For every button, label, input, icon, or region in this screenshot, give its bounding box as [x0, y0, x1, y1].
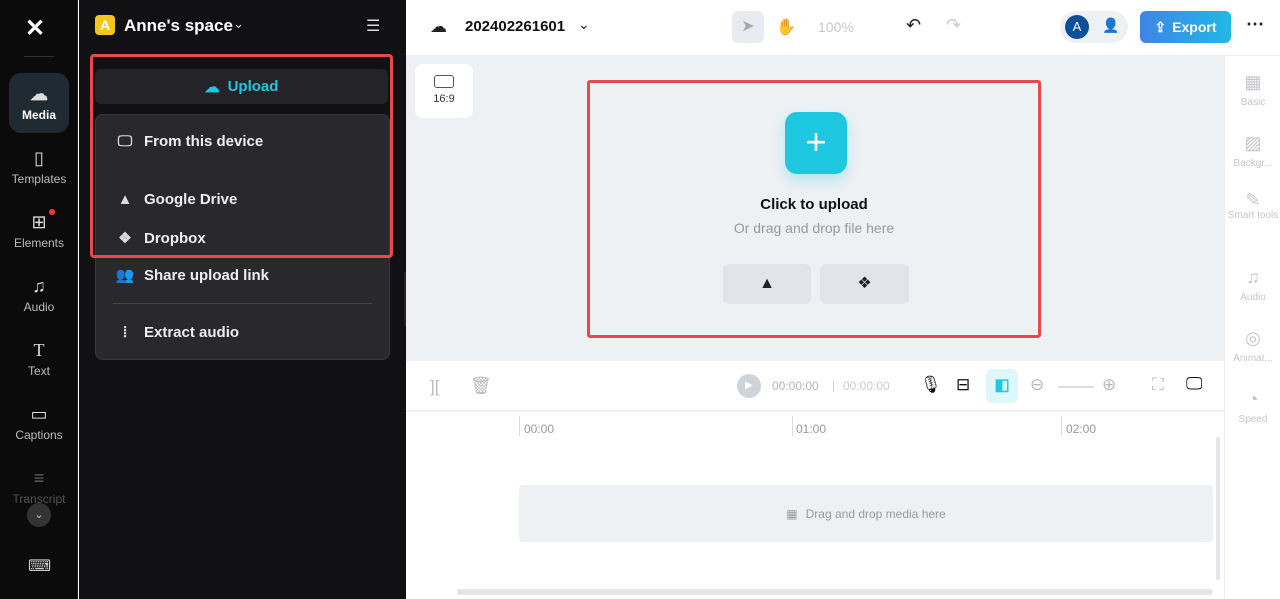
right-background[interactable]: ▨ Backgr... — [1225, 133, 1280, 169]
audio-wave-icon: ⦙ — [123, 324, 127, 341]
upload-title: Click to upload — [760, 196, 868, 213]
ratio-icon — [434, 75, 454, 88]
expand-more-button[interactable]: ⌄ — [27, 503, 51, 527]
right-audio[interactable]: ♫ Audio — [1225, 267, 1280, 303]
rail-text[interactable]: T Text — [9, 329, 69, 389]
fullscreen-icon[interactable]: ⛶ — [1152, 375, 1164, 395]
left-rail: ✕ ☁ Media ▯ Templates ⊞ Elements ♫ Audio T Te… — [0, 0, 78, 599]
play-button[interactable]: ▶ — [737, 374, 761, 398]
upload-subtitle: Or drag and drop file here — [733, 220, 895, 236]
dropbox-button[interactable]: ❖ — [820, 264, 909, 304]
google-drive-icon: ▲ — [759, 275, 775, 292]
right-smart-tools[interactable]: ✎ Smart tools — [1225, 190, 1280, 222]
right-speed[interactable]: ◔ Speed — [1225, 389, 1280, 425]
right-panel: ▦ Basic ▨ Backgr... ✎ Smart tools ♫ Audio ◎ A… — [1224, 56, 1280, 599]
split-icon[interactable]: ][ — [430, 377, 439, 397]
magic-wand-icon: ✎ — [1245, 190, 1261, 210]
horizontal-scrollbar[interactable] — [457, 589, 1213, 595]
background-icon: ▨ — [1244, 133, 1262, 153]
capcut-logo-icon: ✕ — [25, 15, 46, 42]
users-icon: 👥 — [115, 267, 135, 284]
redo-icon[interactable]: ↷ — [946, 15, 961, 36]
user-avatar[interactable]: A — [1065, 15, 1089, 39]
hand-tool-icon[interactable]: ✋ — [776, 17, 796, 37]
sort-icon[interactable]: ☰ — [366, 16, 380, 36]
microphone-icon[interactable]: 🎙 — [920, 375, 942, 395]
auto-snap-icon[interactable]: ⊟ — [956, 375, 970, 395]
vertical-scrollbar[interactable] — [1216, 437, 1220, 580]
rail-captions[interactable]: ▭ Captions — [9, 393, 69, 453]
keyboard-icon[interactable]: ⌨ — [28, 556, 51, 576]
speed-icon: ◔ — [1247, 389, 1259, 409]
chevron-down-icon[interactable]: ⌄ — [578, 16, 590, 33]
rail-templates[interactable]: ▯ Templates — [9, 137, 69, 197]
share-icon: ⇪ — [1154, 18, 1167, 35]
rail-audio[interactable]: ♫ Audio — [9, 265, 69, 325]
animation-icon: ◎ — [1245, 328, 1261, 348]
add-button[interactable]: + — [785, 112, 847, 174]
add-user-icon[interactable]: 👤 — [1102, 17, 1119, 34]
music-icon: ♫ — [32, 276, 46, 296]
zoom-in-icon[interactable]: ⊕ — [1102, 375, 1116, 395]
right-basic[interactable]: ▦ Basic — [1225, 72, 1280, 108]
media-panel: A Anne's space ⌄ ☰ ☁ Upload 🖵 From this de… — [79, 0, 406, 599]
aspect-ratio-button[interactable]: 16:9 — [415, 64, 473, 118]
tick-label: 01:00 — [796, 422, 827, 436]
top-bar: ☁ 202402261601 ⌄ ➤ ✋ 100% ↶ ↷ A 👤 ⇪ Expor… — [406, 0, 1280, 56]
menu-extract-audio[interactable]: ⦙ Extract audio — [114, 324, 239, 341]
collaborators: A 👤 — [1060, 11, 1128, 43]
timeline-toolbar: ][ 🗑 ▶ 00:00:00 | 00:00:00 🎙 ⊟ ◧ ⊖ ⊕ ⛶ 🖵 — [406, 362, 1224, 412]
highlight-box — [90, 54, 393, 258]
cloud-upload-icon: ☁ — [30, 84, 48, 104]
music-icon: ♫ — [1246, 267, 1260, 287]
total-time: 00:00:00 — [843, 379, 890, 393]
elements-icon: ⊞ — [31, 212, 47, 232]
undo-icon[interactable]: ↶ — [906, 15, 921, 36]
rail-media[interactable]: ☁ Media — [9, 73, 69, 133]
zoom-slider[interactable] — [1058, 386, 1094, 388]
film-icon: ▦ — [786, 506, 798, 521]
media-drop-track[interactable]: ▦ Drag and drop media here — [519, 485, 1213, 542]
project-name[interactable]: 202402261601 — [465, 18, 565, 35]
chevron-down-icon[interactable]: ⌄ — [233, 16, 244, 32]
rail-elements[interactable]: ⊞ Elements — [9, 201, 69, 261]
more-icon[interactable]: ⋯ — [1246, 14, 1264, 35]
zoom-select[interactable]: 100% — [818, 19, 854, 35]
transcript-icon: ≡ — [33, 468, 45, 488]
google-drive-button[interactable]: ▲ — [723, 264, 811, 304]
screen-icon[interactable]: 🖵 — [1186, 374, 1202, 394]
tick-label: 00:00 — [524, 422, 555, 436]
film-icon: ▦ — [1244, 72, 1262, 92]
trash-icon[interactable]: 🗑 — [470, 376, 492, 396]
dropbox-icon: ❖ — [857, 275, 872, 292]
workspace-avatar: A — [95, 15, 115, 35]
workspace-name[interactable]: Anne's space — [124, 16, 233, 36]
menu-share-upload-link[interactable]: 👥 Share upload link — [114, 266, 269, 285]
text-icon: T — [33, 340, 45, 360]
timeline: 00:00 01:00 02:00 ▦ Drag and drop media h… — [406, 412, 1224, 599]
tick-label: 02:00 — [1066, 422, 1097, 436]
canvas-area: 16:9 + Click to upload Or drag and drop … — [406, 56, 1224, 361]
export-button[interactable]: ⇪ Export — [1140, 11, 1231, 43]
linkage-toggle[interactable]: ◧ — [986, 369, 1018, 403]
upload-dropzone[interactable]: + Click to upload Or drag and drop file … — [587, 80, 1041, 338]
zoom-out-icon[interactable]: ⊖ — [1030, 375, 1044, 395]
right-animation[interactable]: ◎ Animat... — [1225, 328, 1280, 364]
captions-icon: ▭ — [30, 404, 48, 424]
current-time: 00:00:00 — [772, 379, 819, 393]
template-icon: ▯ — [34, 148, 44, 168]
select-tool-icon[interactable]: ➤ — [732, 11, 764, 43]
notification-dot — [49, 209, 55, 215]
cloud-icon: ☁ — [430, 17, 447, 36]
